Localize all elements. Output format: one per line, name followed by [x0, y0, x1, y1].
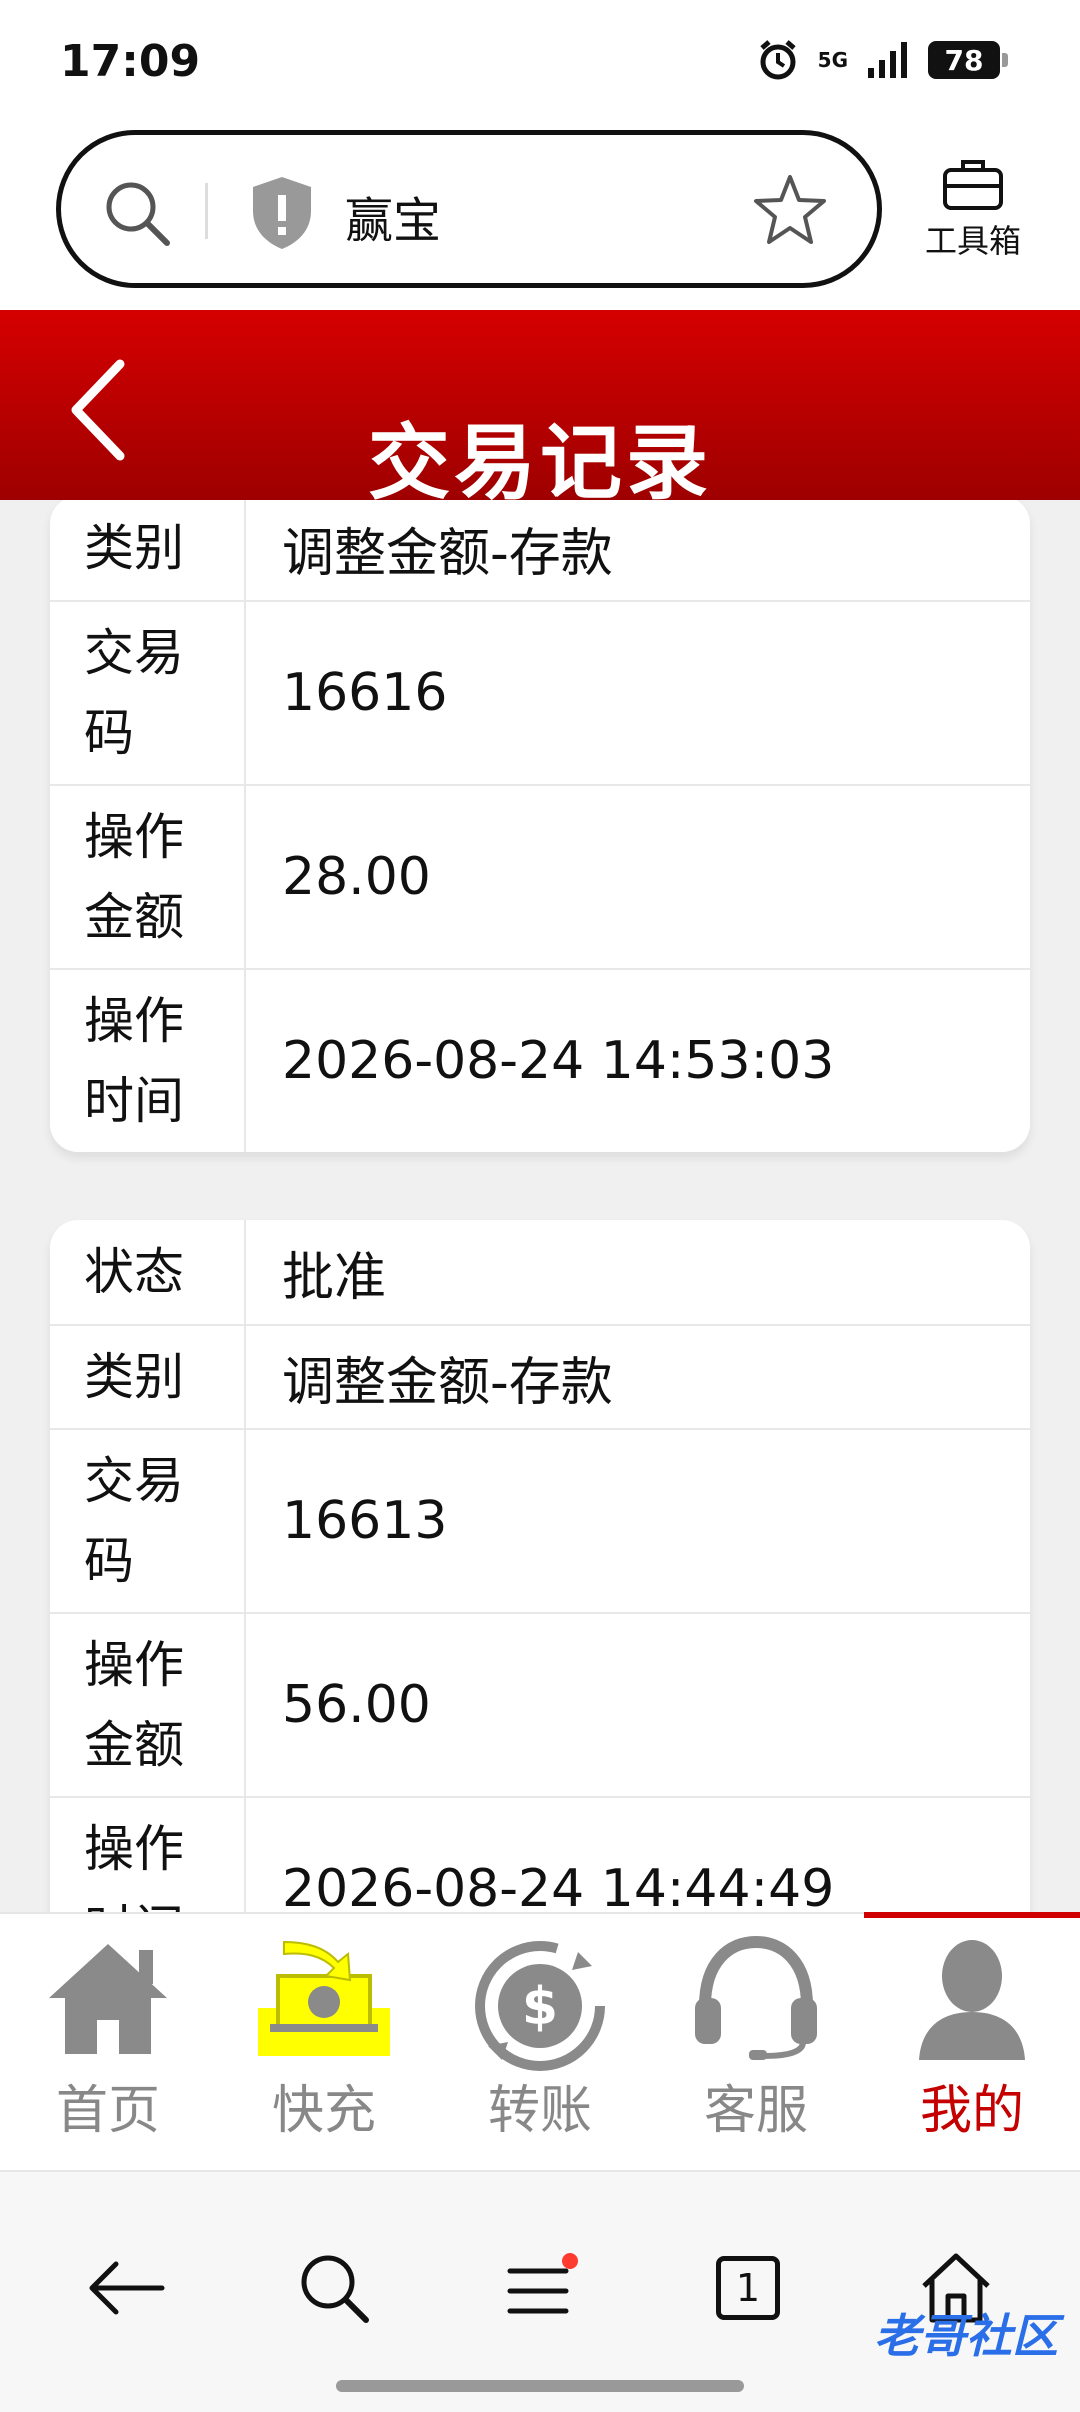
transfer-icon: $: [475, 1941, 605, 2071]
app-tab-bar: 首页 快充 $ 转账 客服 我的: [0, 1912, 1080, 2170]
row-value: 调整金额-存款: [282, 1352, 613, 1413]
row-value: 16613: [282, 1491, 448, 1551]
tab-label: 首页: [55, 2081, 160, 2141]
toolbox-button[interactable]: 工具箱: [918, 156, 1028, 276]
quick-recharge-icon: [258, 1940, 390, 2056]
toolbox-icon: [943, 160, 1003, 210]
row-label: 操作金额: [50, 786, 246, 968]
arrow-left-icon: [89, 2261, 165, 2315]
shield-icon[interactable]: [247, 173, 317, 253]
transaction-card: 类别 调整金额-存款 交易码 16616 操作金额 28.00 操作时间 202…: [50, 500, 1030, 1152]
tab-quick-recharge[interactable]: 快充: [216, 1924, 432, 2164]
tabs-button[interactable]: 1: [688, 2228, 808, 2348]
table-row: 交易码 16613: [50, 1428, 1030, 1612]
status-time: 17:09: [60, 36, 201, 87]
row-label: 操作时间: [50, 970, 246, 1152]
row-value: 调整金额-存款: [282, 523, 613, 584]
row-value: 56.00: [282, 1675, 431, 1735]
table-row: 交易码 16616: [50, 600, 1030, 784]
tab-count: 1: [716, 2256, 780, 2320]
row-label: 交易码: [50, 1430, 246, 1612]
search-icon[interactable]: [97, 173, 177, 253]
tab-customer-service[interactable]: 客服: [648, 1924, 864, 2164]
tab-transfer[interactable]: $ 转账: [432, 1924, 648, 2164]
active-tab-indicator: [864, 1912, 1080, 1918]
browser-address-bar: 赢宝 工具箱: [0, 120, 1080, 310]
transaction-list[interactable]: 类别 调整金额-存款 交易码 16616 操作金额 28.00 操作时间 202…: [0, 500, 1080, 1912]
search-button[interactable]: [274, 2228, 394, 2348]
url-divider: [205, 183, 208, 239]
battery-level: 78: [944, 43, 984, 77]
headset-icon: [695, 1936, 817, 2060]
table-row: 操作金额 56.00: [50, 1612, 1030, 1796]
svg-text:$: $: [522, 1977, 558, 2037]
watermark-logo: 老哥社区: [874, 2309, 1058, 2363]
tab-label: 客服: [703, 2081, 808, 2141]
star-icon[interactable]: [751, 171, 829, 249]
table-row: 类别 调整金额-存款: [50, 500, 1030, 600]
browser-bottom-nav: 1 老哥社区: [0, 2170, 1080, 2412]
table-row: 操作金额 28.00: [50, 784, 1030, 968]
row-label: 状态: [50, 1220, 246, 1324]
row-label: 类别: [50, 1326, 246, 1428]
url-text[interactable]: 赢宝: [345, 181, 441, 251]
row-value: 2026-08-24 14:44:49: [282, 1859, 835, 1912]
url-field[interactable]: 赢宝: [56, 130, 882, 288]
menu-icon: [507, 2253, 578, 2314]
network-label: 5G: [817, 48, 848, 72]
table-row: 操作时间 2026-08-24 14:44:49: [50, 1796, 1030, 1912]
row-value: 2026-08-24 14:53:03: [282, 1031, 835, 1091]
user-icon: [919, 1940, 1025, 2060]
transaction-card: 状态 批准 类别 调整金额-存款 交易码 16613 操作金额 56.00 操作…: [50, 1220, 1030, 1912]
table-row: 操作时间 2026-08-24 14:53:03: [50, 968, 1030, 1152]
page-header: 交易记录: [0, 310, 1080, 511]
row-value: 16616: [282, 663, 448, 723]
page-title: 交易记录: [367, 416, 712, 511]
menu-button[interactable]: [480, 2228, 600, 2348]
table-row: 类别 调整金额-存款: [50, 1324, 1030, 1428]
tab-label: 我的: [919, 2081, 1024, 2141]
battery-icon: 78: [928, 41, 1008, 79]
status-bar: 17:09 5G 78: [0, 0, 1080, 120]
tab-profile[interactable]: 我的: [864, 1924, 1080, 2164]
row-label: 操作时间: [50, 1798, 246, 1912]
home-icon: [49, 1944, 167, 2054]
table-row: 状态 批准: [50, 1220, 1030, 1324]
gesture-bar[interactable]: [336, 2380, 744, 2392]
row-label: 类别: [50, 500, 246, 600]
tab-label: 转账: [487, 2081, 592, 2141]
tab-home[interactable]: 首页: [0, 1924, 216, 2164]
search-icon: [301, 2255, 369, 2323]
row-label: 交易码: [50, 602, 246, 784]
row-value: 批准: [282, 1247, 387, 1308]
alarm-icon: [760, 40, 796, 80]
tab-label: 快充: [271, 2081, 376, 2141]
status-icons: 5G 78: [756, 38, 1008, 82]
row-value: 28.00: [282, 847, 431, 907]
signal-icon: [868, 42, 907, 78]
back-button[interactable]: [66, 2228, 186, 2348]
toolbox-label: 工具箱: [924, 222, 1021, 260]
row-label: 操作金额: [50, 1614, 246, 1796]
